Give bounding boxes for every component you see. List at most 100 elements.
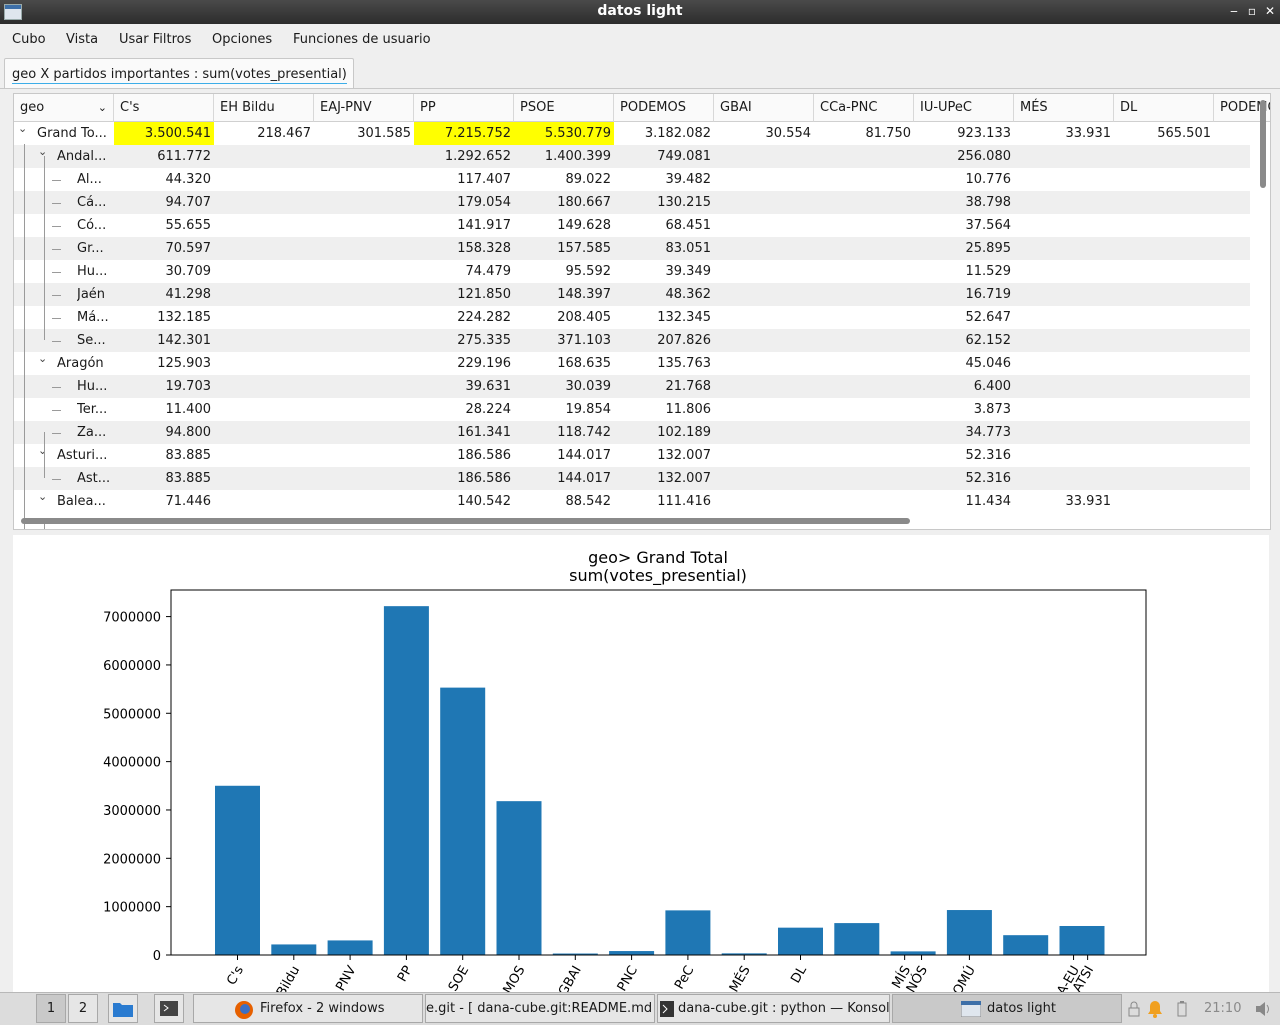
table-cell[interactable]: [814, 214, 914, 237]
table-row[interactable]: Za... 94.800 161.341 118.742 102.189 34.773: [14, 421, 1250, 444]
task-editor[interactable]: e.git - [ dana-cube.git:README.md: [425, 994, 655, 1023]
expand-chevron-icon[interactable]: ⌄: [18, 122, 27, 135]
table-cell[interactable]: 55.655: [114, 214, 214, 237]
table-row[interactable]: ⌄ Andal... 611.772 1.292.652 1.400.399 749.08…: [14, 145, 1250, 168]
table-cell[interactable]: 70.597: [114, 237, 214, 260]
table-cell[interactable]: [814, 145, 914, 168]
expand-chevron-icon[interactable]: ⌄: [38, 145, 47, 158]
row-label[interactable]: Jaén: [77, 283, 112, 306]
table-cell[interactable]: 33.931: [1014, 122, 1114, 145]
task-datos-light[interactable]: datos light: [892, 994, 1122, 1023]
table-cell[interactable]: 565.501: [1114, 122, 1214, 145]
table-cell[interactable]: 148.397: [514, 283, 614, 306]
table-cell[interactable]: 132.185: [114, 306, 214, 329]
table-cell[interactable]: 275.335: [414, 329, 514, 352]
table-cell[interactable]: 186.586: [414, 467, 514, 490]
table-cell[interactable]: [1114, 283, 1214, 306]
table-cell[interactable]: 19.703: [114, 375, 214, 398]
row-label[interactable]: Hu...: [77, 375, 112, 398]
table-cell[interactable]: [314, 283, 414, 306]
minimize-button[interactable]: ‒: [1226, 3, 1242, 19]
close-button[interactable]: ✕: [1262, 3, 1278, 19]
header-column[interactable]: C's: [114, 94, 214, 122]
table-cell[interactable]: [314, 237, 414, 260]
table-cell[interactable]: [1014, 168, 1114, 191]
table-row[interactable]: Se... 142.301 275.335 371.103 207.826 62.152: [14, 329, 1250, 352]
row-label[interactable]: Balea...: [57, 490, 112, 513]
table-cell[interactable]: [1114, 375, 1214, 398]
table-cell[interactable]: 10.776: [914, 168, 1014, 191]
table-row[interactable]: ⌄ Balea... 71.446 140.542 88.542 111.416 11.43…: [14, 490, 1250, 513]
table-cell[interactable]: 52.316: [914, 444, 1014, 467]
table-cell[interactable]: [714, 421, 814, 444]
table-cell[interactable]: [1114, 444, 1214, 467]
table-cell[interactable]: 5.530.779: [514, 122, 614, 145]
table-cell[interactable]: [214, 490, 314, 513]
header-column[interactable]: IU-UPeC: [914, 94, 1014, 122]
table-cell[interactable]: [1014, 398, 1114, 421]
table-cell[interactable]: 3.182.082: [614, 122, 714, 145]
table-cell[interactable]: 132.007: [614, 444, 714, 467]
table-cell[interactable]: [1114, 421, 1214, 444]
header-column[interactable]: CCa-PNC: [814, 94, 914, 122]
table-cell[interactable]: 3.873: [914, 398, 1014, 421]
table-cell[interactable]: 33.931: [1014, 490, 1114, 513]
table-cell[interactable]: 118.742: [514, 421, 614, 444]
data-table[interactable]: geo ⌄ C's EH Bildu EAJ-PNV PP PSOE PODEMOS GBA…: [13, 93, 1271, 530]
table-cell[interactable]: 21.768: [614, 375, 714, 398]
table-cell[interactable]: [714, 444, 814, 467]
table-cell[interactable]: 94.707: [114, 191, 214, 214]
table-cell[interactable]: [1114, 467, 1214, 490]
table-cell[interactable]: 88.542: [514, 490, 614, 513]
table-cell[interactable]: [314, 444, 414, 467]
table-cell[interactable]: [1014, 306, 1114, 329]
table-cell[interactable]: [1114, 352, 1214, 375]
table-cell[interactable]: [314, 191, 414, 214]
table-cell[interactable]: 48.362: [614, 283, 714, 306]
table-cell[interactable]: 30.554: [714, 122, 814, 145]
table-cell[interactable]: 89.022: [514, 168, 614, 191]
battery-icon[interactable]: [1176, 1001, 1188, 1017]
table-cell[interactable]: 208.405: [514, 306, 614, 329]
table-cell[interactable]: [314, 490, 414, 513]
table-cell[interactable]: [814, 306, 914, 329]
clock[interactable]: 21:10: [1204, 1001, 1241, 1016]
table-cell[interactable]: [214, 421, 314, 444]
table-cell[interactable]: 157.585: [514, 237, 614, 260]
header-column[interactable]: DL: [1114, 94, 1214, 122]
table-cell[interactable]: [1014, 375, 1114, 398]
table-cell[interactable]: 186.586: [414, 444, 514, 467]
table-cell[interactable]: [314, 352, 414, 375]
table-cell[interactable]: 224.282: [414, 306, 514, 329]
table-cell[interactable]: [714, 283, 814, 306]
row-label[interactable]: Gr...: [77, 237, 112, 260]
table-cell[interactable]: [214, 237, 314, 260]
table-cell[interactable]: [1014, 329, 1114, 352]
table-cell[interactable]: [714, 398, 814, 421]
table-cell[interactable]: [314, 375, 414, 398]
table-cell[interactable]: [814, 191, 914, 214]
table-cell[interactable]: [1214, 191, 1270, 214]
table-cell[interactable]: 132.345: [614, 306, 714, 329]
table-cell[interactable]: [1214, 306, 1270, 329]
table-cell[interactable]: [1114, 168, 1214, 191]
menu-opciones[interactable]: Opciones: [212, 32, 272, 47]
table-cell[interactable]: 83.051: [614, 237, 714, 260]
chevron-down-icon[interactable]: ⌄: [98, 94, 107, 121]
table-cell[interactable]: [214, 168, 314, 191]
table-cell[interactable]: [214, 398, 314, 421]
table-cell[interactable]: [814, 467, 914, 490]
table-cell[interactable]: [714, 168, 814, 191]
table-cell[interactable]: 74.479: [414, 260, 514, 283]
table-cell[interactable]: [314, 398, 414, 421]
terminal-launcher[interactable]: [154, 994, 184, 1023]
table-cell[interactable]: 44.320: [114, 168, 214, 191]
table-cell[interactable]: 140.542: [414, 490, 514, 513]
volume-icon[interactable]: [1254, 1001, 1272, 1017]
table-cell[interactable]: 301.585: [314, 122, 414, 145]
table-cell[interactable]: 39.349: [614, 260, 714, 283]
table-cell[interactable]: 94.800: [114, 421, 214, 444]
table-cell[interactable]: 144.017: [514, 467, 614, 490]
table-cell[interactable]: 41.298: [114, 283, 214, 306]
table-cell[interactable]: 132.007: [614, 467, 714, 490]
